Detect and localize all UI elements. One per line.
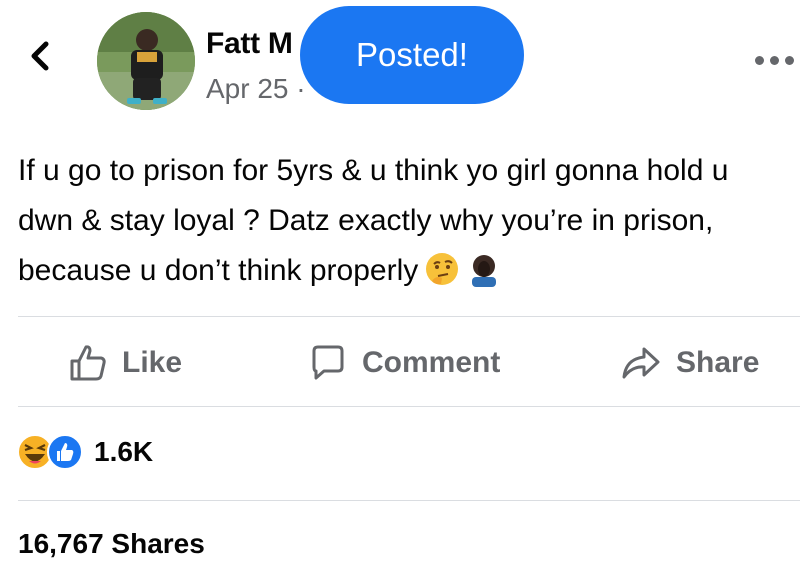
avatar-image <box>97 12 195 110</box>
divider <box>18 316 800 317</box>
more-options-button[interactable] <box>755 52 799 68</box>
share-label: Share <box>676 346 760 379</box>
reaction-count: 1.6K <box>94 436 154 467</box>
back-button[interactable] <box>26 36 56 76</box>
posted-toast: Posted! <box>300 6 524 104</box>
post-text: If u go to prison for 5yrs & u think yo … <box>18 146 788 296</box>
shares-count[interactable]: 16,767 Shares <box>18 528 205 560</box>
share-button[interactable]: Share <box>620 338 759 388</box>
comment-bubble-icon <box>312 345 344 380</box>
more-dot-icon <box>770 56 779 65</box>
chevron-left-icon <box>31 41 49 71</box>
facepalm-emoji <box>472 255 497 287</box>
like-label: Like <box>122 346 183 379</box>
post-text-body: If u go to prison for 5yrs & u think yo … <box>18 154 729 287</box>
comment-button[interactable]: Comment <box>308 338 500 388</box>
author-name[interactable]: Fatt M <box>206 26 306 62</box>
like-reaction-icon <box>47 434 83 470</box>
avatar[interactable] <box>97 12 195 110</box>
thumbs-up-icon <box>70 345 106 381</box>
divider <box>18 500 800 501</box>
post-date[interactable]: Apr 25 · <box>206 72 306 106</box>
like-button[interactable]: Like <box>68 338 182 388</box>
divider <box>18 406 800 407</box>
reactions-summary[interactable]: 1.6K <box>16 430 153 474</box>
comment-label: Comment <box>362 346 501 379</box>
more-dot-icon <box>755 56 764 65</box>
more-dot-icon <box>785 56 794 65</box>
share-arrow-icon <box>622 347 660 379</box>
thinking-face-emoji <box>426 253 459 285</box>
